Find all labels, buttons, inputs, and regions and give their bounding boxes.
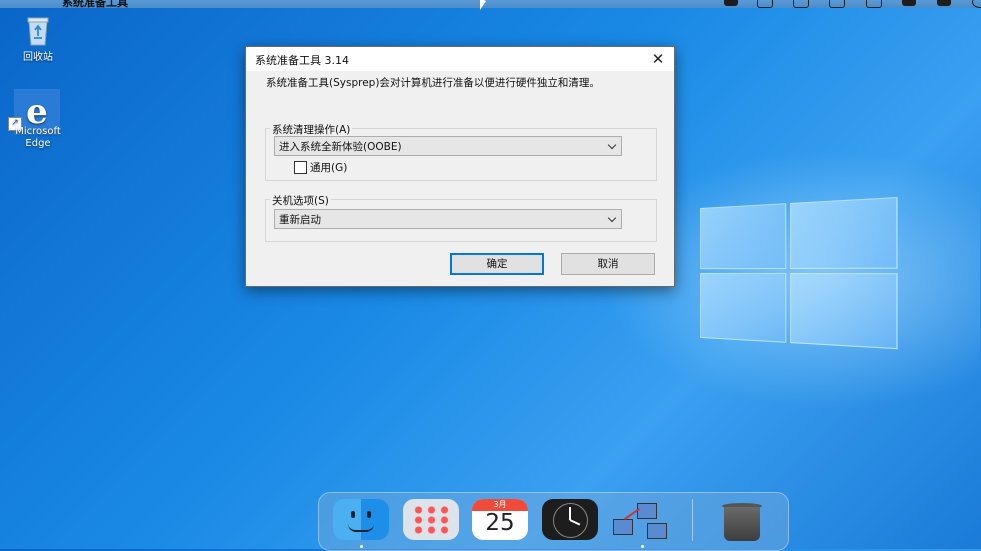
generalize-checkbox[interactable] bbox=[294, 161, 307, 174]
status-icon[interactable] bbox=[724, 0, 738, 6]
clock-icon[interactable] bbox=[542, 499, 598, 540]
cleanup-action-value: 进入系统全新体验(OOBE) bbox=[279, 141, 402, 153]
close-icon[interactable]: ✕ bbox=[648, 49, 668, 69]
edge-label-line2: Edge bbox=[25, 138, 51, 149]
shutdown-options-select[interactable]: 重新启动 bbox=[274, 209, 622, 229]
dock: 3月 25 bbox=[318, 492, 789, 551]
shutdown-options-group: 关机选项(S) 重新启动 bbox=[265, 193, 657, 242]
recycle-bin-label: 回收站 bbox=[23, 52, 53, 63]
mouse-pointer-icon bbox=[480, 0, 486, 10]
calendar-day: 25 bbox=[485, 510, 515, 536]
dialog-description: 系统准备工具(Sysprep)会对计算机进行准备以便进行硬件独立和清理。 bbox=[266, 77, 600, 89]
dock-divider bbox=[692, 499, 693, 541]
network-running-indicator bbox=[641, 545, 644, 548]
finder-icon[interactable] bbox=[333, 499, 389, 540]
chevron-down-icon bbox=[607, 213, 617, 223]
shutdown-options-label: 关机选项(S) bbox=[270, 193, 331, 208]
input-method-icon[interactable] bbox=[937, 0, 951, 6]
dialog-titlebar[interactable]: 系统准备工具 3.14 ✕ bbox=[246, 47, 674, 71]
sysprep-dialog: 系统准备工具 3.14 ✕ 系统准备工具(Sysprep)会对计算机进行准备以便… bbox=[245, 46, 675, 287]
search-icon[interactable] bbox=[972, 0, 981, 8]
shutdown-options-value: 重新启动 bbox=[279, 214, 321, 226]
dialog-title: 系统准备工具 3.14 bbox=[255, 54, 349, 67]
edge-label-line1: Microsoft bbox=[15, 126, 61, 137]
ok-button[interactable]: 确定 bbox=[450, 253, 544, 275]
recycle-bin-icon bbox=[27, 17, 49, 46]
network-icon[interactable] bbox=[609, 499, 667, 540]
volume-icon[interactable] bbox=[829, 0, 845, 8]
desktop-icon-edge[interactable]: e ↗ Microsoft Edge bbox=[6, 89, 70, 153]
cleanup-action-group: 系统清理操作(A) 进入系统全新体验(OOBE) 通用(G) bbox=[265, 122, 657, 181]
chevron-down-icon bbox=[607, 140, 617, 150]
cancel-button[interactable]: 取消 bbox=[561, 253, 655, 275]
desktop-icon-recycle-bin[interactable]: 回收站 bbox=[6, 16, 70, 68]
wifi-icon[interactable] bbox=[757, 0, 773, 8]
cleanup-action-select[interactable]: 进入系统全新体验(OOBE) bbox=[274, 136, 622, 156]
cleanup-action-label: 系统清理操作(A) bbox=[270, 122, 353, 137]
launchpad-icon[interactable] bbox=[403, 499, 459, 540]
menu-bar: 系统准备工具 bbox=[0, 0, 981, 8]
windows-logo-wallpaper bbox=[700, 196, 898, 350]
upload-icon[interactable] bbox=[866, 0, 882, 8]
calendar-icon[interactable]: 3月 25 bbox=[472, 499, 528, 540]
generalize-label[interactable]: 通用(G) bbox=[310, 160, 347, 175]
keyboard-icon[interactable] bbox=[902, 0, 916, 6]
active-app-title[interactable]: 系统准备工具 bbox=[62, 0, 128, 8]
trash-icon[interactable] bbox=[714, 499, 770, 541]
finder-running-indicator bbox=[360, 545, 363, 548]
notification-icon[interactable] bbox=[793, 0, 809, 8]
